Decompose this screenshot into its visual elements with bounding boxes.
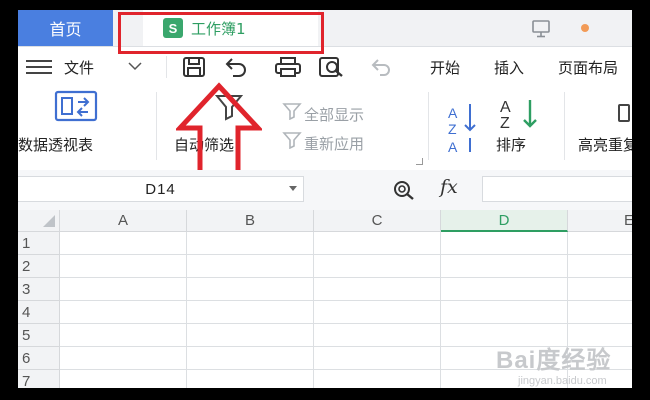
reapply-button[interactable]: 重新应用 (304, 133, 364, 154)
tab-home[interactable]: 首页 (18, 10, 113, 46)
name-box[interactable]: D14 (18, 176, 304, 202)
save-icon[interactable] (182, 56, 206, 78)
row-header-4[interactable]: 4 (18, 301, 60, 324)
column-header-b[interactable]: B (187, 210, 314, 232)
svg-text:Z: Z (500, 115, 510, 130)
menu-home[interactable]: 开始 (430, 57, 460, 78)
print-icon[interactable] (274, 56, 302, 78)
svg-text:A: A (500, 99, 511, 116)
menu-insert[interactable]: 插入 (494, 57, 524, 78)
sort-ascending-icon[interactable]: A Z A (446, 100, 482, 154)
tab-bar: 首页 S 工作簿1 (18, 10, 632, 54)
svg-text:A: A (448, 105, 458, 121)
zoom-icon[interactable] (392, 179, 416, 201)
annotation-box (118, 12, 324, 54)
grid-line (60, 323, 632, 324)
column-header-d[interactable]: D (441, 210, 568, 232)
chevron-down-icon[interactable] (128, 61, 142, 71)
show-all-filter-icon[interactable] (282, 102, 302, 120)
menu-icon[interactable] (26, 60, 52, 74)
highlight-duplicates-icon[interactable] (618, 104, 630, 122)
notification-dot-icon (581, 24, 589, 32)
show-all-button[interactable]: 全部显示 (304, 104, 364, 125)
sort-button[interactable]: 排序 (496, 134, 526, 155)
row-header-7[interactable]: 7 (18, 370, 60, 388)
grid-line (60, 277, 632, 278)
grid-line (186, 232, 187, 388)
row-header-3[interactable]: 3 (18, 278, 60, 301)
select-all-corner[interactable] (18, 210, 60, 232)
grid-line (440, 232, 441, 388)
pivot-table-icon[interactable] (54, 90, 98, 122)
group-launcher-icon[interactable] (416, 158, 423, 165)
column-header-e[interactable]: E (568, 210, 632, 232)
watermark-logo: Bai度经验 jingyan.baidu.com (496, 340, 611, 387)
svg-text:Z: Z (448, 121, 457, 137)
grid-line (60, 254, 632, 255)
formula-bar: D14 fx (18, 170, 632, 210)
pivot-table-button[interactable]: 数据透视表 (18, 134, 93, 155)
undo-format-icon[interactable] (223, 56, 249, 78)
menu-page-layout[interactable]: 页面布局 (558, 57, 618, 78)
ribbon: 数据透视表 自动筛选 全部显示 重新应用 A Z A A Z 排序 高亮重复 (18, 82, 632, 171)
row-header-2[interactable]: 2 (18, 255, 60, 278)
column-header-a[interactable]: A (60, 210, 187, 232)
cell-reference: D14 (145, 180, 176, 198)
print-preview-icon[interactable] (318, 56, 346, 78)
menu-file[interactable]: 文件 (64, 57, 94, 78)
row-header-5[interactable]: 5 (18, 324, 60, 347)
formula-input[interactable] (482, 176, 632, 202)
column-header-c[interactable]: C (314, 210, 441, 232)
watermark-sub: jingyan.baidu.com (518, 375, 607, 387)
reapply-filter-icon[interactable] (282, 131, 302, 149)
function-icon[interactable]: fx (440, 176, 458, 198)
highlight-duplicates-button[interactable]: 高亮重复项 (578, 134, 632, 155)
grid-line (313, 232, 314, 388)
row-header-1[interactable]: 1 (18, 232, 60, 255)
grid-line (60, 300, 632, 301)
undo-icon[interactable] (368, 58, 392, 76)
chevron-down-icon[interactable] (289, 186, 297, 191)
watermark-main: Bai度经验 (496, 347, 612, 374)
svg-text:A: A (448, 139, 458, 154)
annotation-arrow (176, 82, 262, 181)
sort-descending-icon[interactable]: A Z (498, 96, 542, 130)
app-window: 首页 S 工作簿1 文件 开始 插入 页面布局 数据透视表 自动筛选 全部显示 … (18, 10, 632, 388)
row-header-6[interactable]: 6 (18, 347, 60, 370)
monitor-icon[interactable] (531, 20, 551, 38)
menu-bar: 文件 开始 插入 页面布局 (18, 54, 632, 80)
